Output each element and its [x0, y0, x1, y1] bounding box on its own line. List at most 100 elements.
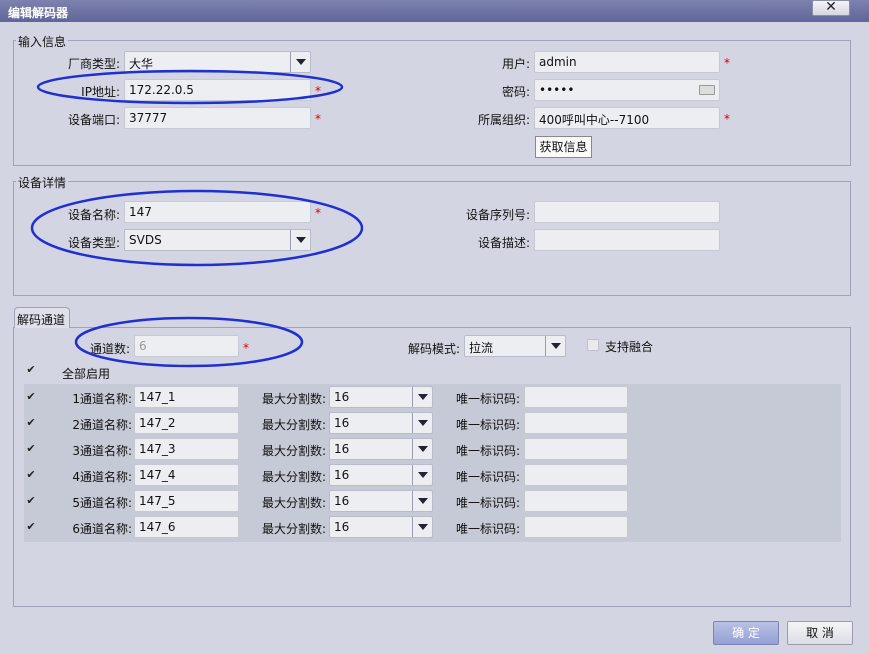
channel-name-label: 4通道名称:	[72, 470, 132, 484]
max-split-select[interactable]: 16	[329, 516, 433, 538]
max-split-label: 最大分割数:	[261, 444, 326, 458]
channel-name-input[interactable]: 147_6	[134, 516, 239, 538]
device-type-label: 设备类型:	[67, 236, 120, 250]
channel-count-input[interactable]: 6	[134, 335, 239, 357]
chevron-down-icon[interactable]	[412, 413, 432, 433]
enable-all-label: 全部启用	[62, 367, 111, 381]
fusion-label: 支持融合	[605, 340, 654, 354]
channel-name-label: 6通道名称:	[72, 522, 132, 536]
password-input[interactable]: •••••	[534, 79, 720, 101]
chevron-down-icon[interactable]	[412, 439, 432, 459]
ip-input[interactable]: 172.22.0.5	[124, 79, 311, 101]
required-mark: *	[724, 112, 730, 126]
desc-input[interactable]	[534, 229, 720, 251]
channel-enable-checkbox[interactable]: ✔	[25, 443, 37, 455]
device-type-select[interactable]: SVDS	[124, 229, 311, 251]
chevron-down-icon[interactable]	[412, 465, 432, 485]
cancel-button[interactable]: 取 消	[787, 621, 853, 645]
unique-id-label: 唯一标识码:	[455, 418, 520, 432]
confirm-button[interactable]: 确 定	[713, 621, 779, 645]
channel-name-input[interactable]: 147_3	[134, 438, 239, 460]
keyboard-icon[interactable]	[699, 85, 715, 95]
chevron-down-icon[interactable]	[290, 52, 310, 72]
required-mark: *	[724, 56, 730, 70]
unique-id-label: 唯一标识码:	[455, 470, 520, 484]
unique-id-label: 唯一标识码:	[455, 444, 520, 458]
enable-all-checkbox[interactable]: ✔	[25, 364, 37, 376]
password-value: •••••	[539, 83, 575, 97]
device-name-label: 设备名称:	[67, 208, 120, 222]
serial-label: 设备序列号:	[465, 208, 530, 222]
unique-id-label: 唯一标识码:	[455, 496, 520, 510]
fusion-checkbox[interactable]	[587, 339, 599, 351]
vendor-value: 大华	[129, 57, 154, 71]
channel-name-label: 2通道名称:	[72, 418, 132, 432]
unique-id-input[interactable]	[524, 386, 628, 408]
device-name-input[interactable]: 147	[124, 201, 311, 223]
vendor-select[interactable]: 大华	[124, 51, 311, 73]
chevron-down-icon[interactable]	[412, 491, 432, 511]
serial-input[interactable]	[534, 201, 720, 223]
max-split-value: 16	[334, 390, 350, 404]
max-split-label: 最大分割数:	[261, 470, 326, 484]
max-split-value: 16	[334, 468, 350, 482]
channel-enable-checkbox[interactable]: ✔	[25, 495, 37, 507]
org-input[interactable]: 400呼叫中心--7100	[534, 107, 720, 129]
max-split-select[interactable]: 16	[329, 438, 433, 460]
max-split-label: 最大分割数:	[261, 522, 326, 536]
channel-name-label: 3通道名称:	[72, 444, 132, 458]
channel-name-input[interactable]: 147_4	[134, 464, 239, 486]
decode-mode-select[interactable]: 拉流	[464, 335, 566, 357]
input-info-legend: 输入信息	[16, 33, 69, 50]
chevron-down-icon[interactable]	[290, 230, 310, 250]
fetch-info-button[interactable]: 获取信息	[535, 136, 592, 158]
max-split-select[interactable]: 16	[329, 490, 433, 512]
window-title: 编辑解码器	[8, 6, 69, 20]
chevron-down-icon[interactable]	[412, 517, 432, 537]
channel-enable-checkbox[interactable]: ✔	[25, 391, 37, 403]
channel-enable-checkbox[interactable]: ✔	[25, 521, 37, 533]
desc-label: 设备描述:	[477, 236, 530, 250]
chevron-down-icon[interactable]	[412, 387, 432, 407]
unique-id-input[interactable]	[524, 490, 628, 512]
channel-name-input[interactable]: 147_2	[134, 412, 239, 434]
channel-name-input[interactable]: 147_1	[134, 386, 239, 408]
decode-mode-value: 拉流	[469, 341, 494, 355]
required-mark: *	[243, 341, 249, 355]
user-label: 用户:	[501, 57, 530, 71]
max-split-label: 最大分割数:	[261, 418, 326, 432]
chevron-down-icon[interactable]	[545, 336, 565, 356]
required-mark: *	[315, 112, 321, 126]
required-mark: *	[315, 84, 321, 98]
vendor-label: 厂商类型:	[67, 57, 120, 71]
port-label: 设备端口:	[67, 113, 120, 127]
port-input[interactable]: 37777	[124, 107, 311, 129]
user-input[interactable]: admin	[534, 51, 720, 73]
unique-id-input[interactable]	[524, 516, 628, 538]
channel-name-input[interactable]: 147_5	[134, 490, 239, 512]
max-split-value: 16	[334, 494, 350, 508]
title-bar: 编辑解码器 ✕	[0, 0, 869, 22]
tab-decode-channel[interactable]: 解码通道	[14, 307, 70, 328]
unique-id-input[interactable]	[524, 412, 628, 434]
max-split-select[interactable]: 16	[329, 386, 433, 408]
unique-id-input[interactable]	[524, 464, 628, 486]
channel-enable-checkbox[interactable]: ✔	[25, 469, 37, 481]
unique-id-label: 唯一标识码:	[455, 522, 520, 536]
required-mark: *	[315, 206, 321, 220]
channel-name-label: 5通道名称:	[72, 496, 132, 510]
unique-id-input[interactable]	[524, 438, 628, 460]
decode-mode-label: 解码模式:	[407, 342, 460, 356]
unique-id-label: 唯一标识码:	[455, 392, 520, 406]
org-label: 所属组织:	[477, 113, 530, 127]
max-split-value: 16	[334, 520, 350, 534]
max-split-value: 16	[334, 442, 350, 456]
channel-enable-checkbox[interactable]: ✔	[25, 417, 37, 429]
max-split-select[interactable]: 16	[329, 464, 433, 486]
max-split-label: 最大分割数:	[261, 392, 326, 406]
max-split-label: 最大分割数:	[261, 496, 326, 510]
device-type-value: SVDS	[129, 233, 162, 247]
max-split-select[interactable]: 16	[329, 412, 433, 434]
close-button[interactable]: ✕	[812, 0, 850, 16]
device-detail-legend: 设备详情	[16, 174, 69, 191]
